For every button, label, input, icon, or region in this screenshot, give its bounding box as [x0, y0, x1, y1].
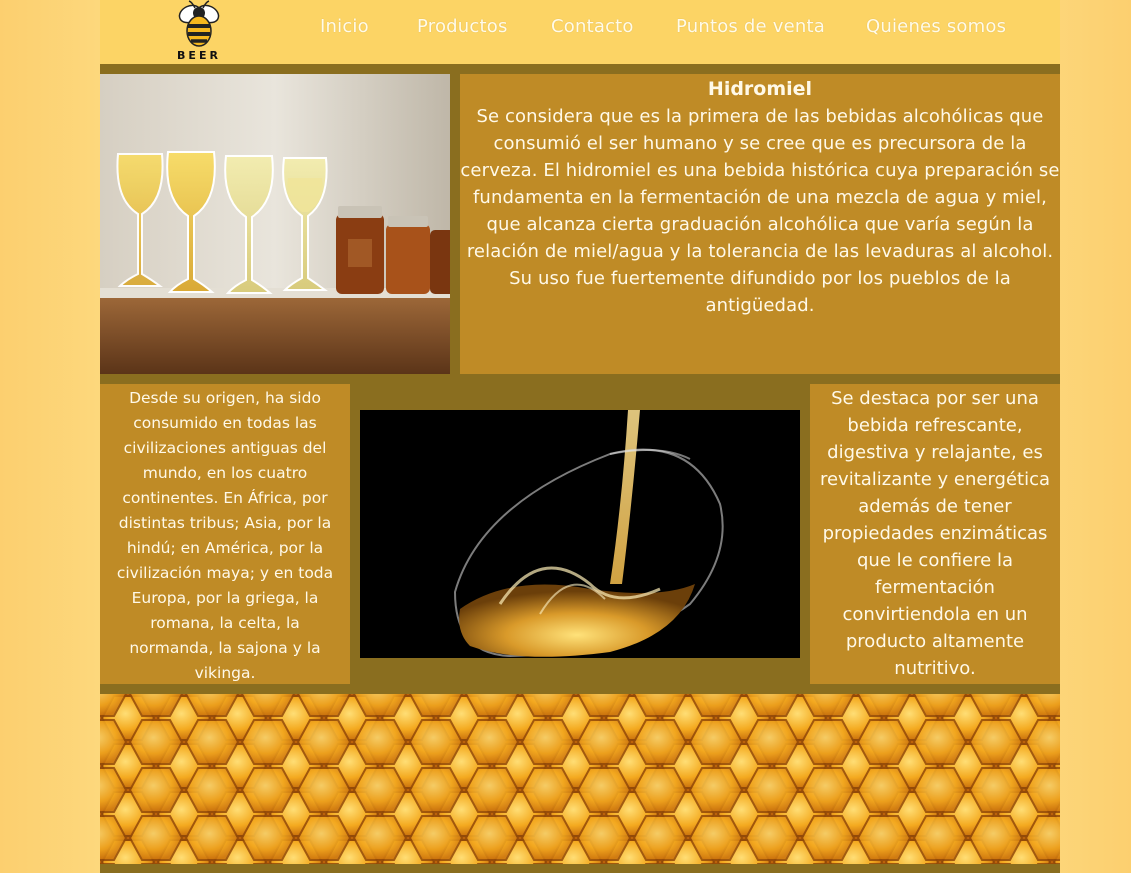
mead-glasses-photo — [100, 74, 450, 374]
intro-panel: Hidromiel Se considera que es la primera… — [460, 74, 1060, 374]
nav-item-productos[interactable]: Productos — [417, 16, 508, 37]
mead-pour-photo — [360, 384, 800, 684]
benefits-panel: Se destaca por ser una bebida refrescant… — [810, 384, 1060, 684]
history-panel: Desde su origen, ha sido consumido en to… — [100, 384, 350, 684]
benefits-text: Se destaca por ser una bebida refrescant… — [819, 388, 1051, 679]
nav-item-quienes-somos[interactable]: Quienes somos — [866, 16, 1006, 37]
logo[interactable]: BEER — [164, 0, 234, 62]
intro-text: Se considera que es la primera de las be… — [460, 106, 1060, 316]
site-header: BEER Inicio Productos Contacto Puntos de… — [100, 0, 1060, 64]
history-text: Desde su origen, ha sido consumido en to… — [116, 389, 334, 682]
logo-text: BEER — [177, 49, 221, 62]
nav-item-puntos-de-venta[interactable]: Puntos de venta — [676, 16, 825, 37]
nav-item-contacto[interactable]: Contacto — [551, 16, 634, 37]
intro-title: Hidromiel — [707, 78, 813, 100]
page-container: BEER Inicio Productos Contacto Puntos de… — [100, 0, 1060, 873]
bee-icon — [178, 0, 220, 47]
honeycomb-banner — [100, 694, 1060, 864]
nav-item-inicio[interactable]: Inicio — [320, 16, 369, 37]
